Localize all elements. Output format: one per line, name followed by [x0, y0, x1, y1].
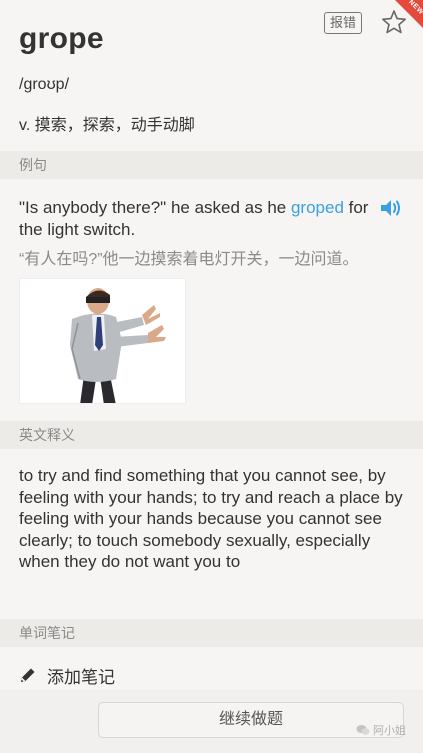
add-note-button[interactable]: 添加笔记 [19, 663, 115, 687]
section-header-notes: 单词笔记 [0, 619, 423, 647]
phonetic: /ɡroʊp/ [19, 76, 70, 93]
pencil-icon [21, 668, 35, 682]
speaker-icon[interactable] [380, 198, 402, 218]
wechat-icon [356, 725, 370, 735]
star-icon [381, 10, 407, 34]
add-note-label: 添加笔记 [47, 667, 115, 687]
section-header-example: 例句 [0, 151, 423, 179]
example-translation: “有人在吗?”他一边摸索着电灯开关，一边问道。 [19, 251, 359, 268]
favorite-button[interactable] [381, 9, 407, 35]
word-title: grope [19, 22, 104, 55]
watermark: 阿小姐 [356, 722, 406, 738]
section-header-english-definition: 英文释义 [0, 421, 423, 449]
watermark-text: 阿小姐 [373, 725, 406, 737]
chinese-definition: v. 摸索，探索，动手动脚 [19, 117, 195, 134]
example-highlight-word[interactable]: groped [291, 198, 344, 217]
example-sentence: "Is anybody there?" he asked as he grope… [19, 197, 369, 241]
example-illustration [19, 278, 186, 404]
report-error-button[interactable]: 报错 [324, 12, 362, 34]
english-definition: to try and find something that you canno… [19, 466, 403, 571]
example-sentence-part: "Is anybody there?" he asked as he [19, 198, 291, 217]
